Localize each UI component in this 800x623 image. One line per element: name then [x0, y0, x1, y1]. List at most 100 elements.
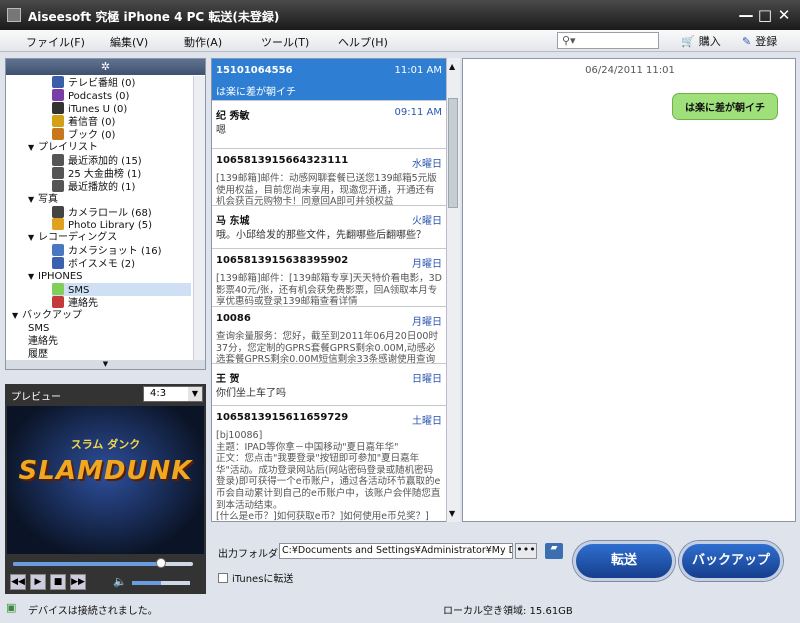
playback-progress[interactable] — [13, 558, 193, 568]
tree-item[interactable]: ▼ バックアップ — [12, 309, 82, 322]
gear-icon — [52, 166, 64, 179]
preview-panel: プレビュー 4:3 ▼ スラム ダンク SLAMDUNK ◀◀ ▶ ■ ▶▶ 🔈 — [5, 384, 206, 594]
contacts-icon — [52, 296, 64, 309]
message-time: 月曜日 — [412, 259, 442, 270]
gear-icon — [52, 179, 64, 192]
tree-item[interactable]: 連絡先 — [28, 335, 58, 348]
tree-item-label: 履歴 — [28, 348, 48, 360]
tree-item-label: テレビ番組 (0) — [68, 78, 136, 89]
tree-item[interactable]: ▼ IPHONES — [28, 270, 83, 283]
tree-scrollbar[interactable] — [193, 76, 205, 361]
expand-arrow-icon[interactable]: ▼ — [28, 193, 38, 206]
menu-action[interactable]: 動作(A) — [184, 34, 222, 50]
next-button[interactable]: ▶▶ — [70, 574, 86, 590]
tree-item[interactable]: ▼ レコーディングス — [28, 231, 117, 244]
message-preview: 你们坐上车了吗 — [216, 388, 286, 399]
tree-item-label: 連絡先 — [68, 298, 98, 310]
backup-button[interactable]: バックアップ — [679, 541, 783, 581]
message-row[interactable]: 1065813915638395902 月曜日 [139邮箱]邮件：[139邮箱专享… — [212, 249, 446, 307]
chevron-down-icon[interactable]: ▼ — [449, 509, 455, 518]
tree-item-label: ボイスメモ (2) — [68, 259, 136, 271]
menu-tools[interactable]: ツール(T) — [261, 34, 309, 50]
message-row[interactable]: 1065813915664323111 水曜日 [139邮箱]邮件：动感网聊套餐已送… — [212, 149, 446, 206]
tree-item[interactable]: ブック (0) — [52, 127, 116, 141]
tree-item[interactable]: ボイスメモ (2) — [52, 257, 135, 270]
menu-edit[interactable]: 編集(V) — [110, 34, 148, 50]
video-preview: スラム ダンク SLAMDUNK — [7, 406, 204, 554]
tree-item[interactable]: SMS — [52, 283, 191, 297]
podcast-icon — [52, 88, 64, 101]
tree-item[interactable]: カメラロール (68) — [52, 205, 152, 219]
chevron-up-icon[interactable]: ▲ — [449, 62, 455, 71]
tree-item[interactable]: SMS — [28, 322, 49, 335]
play-button[interactable]: ▶ — [30, 574, 46, 590]
message-bubble: は楽に差が朝イチ — [672, 93, 778, 120]
aspect-ratio-select[interactable]: 4:3 ▼ — [143, 386, 203, 402]
sender-name: 纪 秀敏 — [216, 111, 250, 122]
browse-button[interactable]: ••• — [515, 543, 537, 559]
tree-item-label: カメラショット (16) — [68, 246, 162, 258]
tree-item-label: 着信音 (0) — [68, 116, 116, 128]
tree-item-label: iTunes U (0) — [68, 103, 128, 115]
progress-knob[interactable] — [155, 558, 166, 568]
expand-arrow-icon[interactable]: ▼ — [28, 231, 38, 244]
tree-item[interactable]: 最近播放的 (1) — [52, 179, 135, 193]
tree-item[interactable]: 25 大金曲榜 (1) — [52, 166, 141, 180]
expand-arrow-icon[interactable]: ▼ — [28, 270, 38, 283]
tree-item[interactable]: 履歴 — [28, 348, 48, 361]
register-button[interactable]: ✎ 登録 — [742, 33, 777, 49]
message-row[interactable]: 纪 秀敏 09:11 AM 嗯 — [212, 101, 446, 149]
close-button[interactable]: ✕ — [775, 6, 793, 24]
tree-item[interactable]: 着信音 (0) — [52, 114, 116, 128]
message-time: 土曜日 — [412, 416, 442, 427]
tree-item-label: SMS — [28, 323, 50, 335]
tree-item-label: IPHONES — [38, 271, 83, 283]
tree-item[interactable]: ▼ 写真 — [28, 193, 58, 206]
output-folder-field[interactable]: C:¥Documents and Settings¥Administrator¥… — [279, 543, 513, 559]
settings-gear-icon[interactable]: ✲ — [101, 60, 110, 73]
tree-item-label: プレイリスト — [38, 141, 98, 153]
sender-name: 马 东城 — [216, 216, 250, 227]
tree-item-label: Photo Library (5) — [68, 220, 153, 232]
tree-item[interactable]: カメラショット (16) — [52, 244, 162, 257]
menu-file[interactable]: ファイル(F) — [26, 34, 85, 50]
open-folder-button[interactable]: ▰ — [545, 543, 563, 559]
key-icon: ✎ — [742, 35, 752, 48]
expand-arrow-icon[interactable]: ▼ — [28, 141, 38, 154]
menu-bar: ファイル(F) 編集(V) 動作(A) ツール(T) ヘルプ(H) — [0, 30, 800, 52]
message-preview: は楽に差が朝イチ — [216, 87, 296, 98]
tree-item[interactable]: テレビ番組 (0) — [52, 76, 135, 89]
tree-item[interactable]: 最近添加的 (15) — [52, 153, 142, 167]
book-icon — [52, 127, 64, 140]
previous-button[interactable]: ◀◀ — [10, 574, 26, 590]
transfer-button[interactable]: 転送 — [573, 541, 675, 581]
message-row[interactable]: 王 贺 日曜日 你们坐上车了吗 — [212, 364, 446, 406]
minimize-button[interactable]: — — [737, 6, 755, 24]
message-scrollbar[interactable]: ▲ ▼ — [446, 58, 460, 522]
buy-button[interactable]: 🛒 購入 — [681, 33, 721, 49]
tree-item[interactable]: Photo Library (5) — [52, 218, 152, 231]
volume-slider[interactable] — [132, 581, 190, 585]
tree-item[interactable]: ▼ プレイリスト — [28, 141, 98, 154]
tree-item-label: SMS — [68, 285, 90, 297]
message-row[interactable]: 15101064556 11:01 AM は楽に差が朝イチ — [212, 59, 446, 101]
free-space: ローカル空き領域: 15.61GB — [443, 606, 573, 617]
tree-item[interactable]: iTunes U (0) — [52, 101, 128, 115]
message-row[interactable]: 马 东城 火曜日 哦。小邱给发的那些文件，先翻哪些后翻哪些？ — [212, 206, 446, 249]
scroll-thumb[interactable] — [448, 98, 458, 208]
message-row[interactable]: 1065813915611659729 土曜日 [bj10086] 主题：IPAD等… — [212, 406, 446, 521]
tree-item-label: ブック (0) — [68, 129, 116, 141]
collapse-handle[interactable]: ▼ — [6, 360, 205, 369]
message-row[interactable]: 10086 月曜日 查询余量服务：您好，截至到2011年06月20日00时37分，您… — [212, 307, 446, 364]
itunes-transfer-checkbox[interactable]: iTunesに転送 — [218, 570, 293, 585]
tree-item[interactable]: Podcasts (0) — [52, 88, 129, 102]
maximize-button[interactable]: □ — [756, 6, 774, 24]
message-preview: 哦。小邱给发的那些文件，先翻哪些后翻哪些？ — [216, 230, 426, 241]
tree-item[interactable]: 連絡先 — [52, 296, 98, 309]
search-input[interactable]: ⚲▾ — [557, 32, 659, 49]
tree-item-label: カメラロール (68) — [68, 207, 152, 219]
output-folder-label: 出力フォルダ: — [218, 549, 282, 560]
stop-button[interactable]: ■ — [50, 574, 66, 590]
menu-help[interactable]: ヘルプ(H) — [338, 34, 388, 50]
expand-arrow-icon[interactable]: ▼ — [12, 309, 22, 322]
